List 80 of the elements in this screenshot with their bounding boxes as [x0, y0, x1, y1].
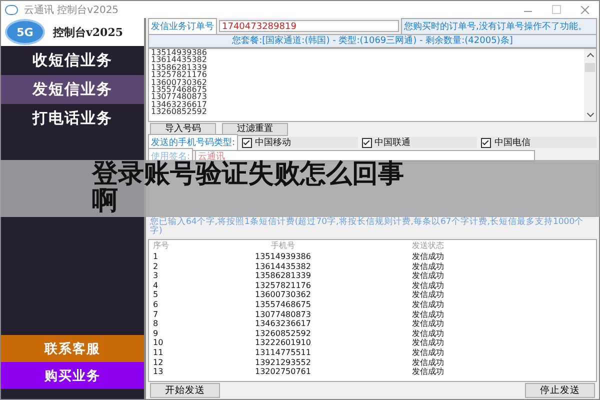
phone-number: 13257821176 — [151, 71, 208, 79]
order-field[interactable]: 1740473289819 — [219, 20, 399, 32]
table-cell-text: 7 — [152, 310, 160, 320]
sidebar-button[interactable]: 购买业务 — [1, 362, 144, 389]
table-cell-text: 发信成功 — [411, 338, 445, 348]
table-cell-text: 13463236617 — [254, 319, 312, 329]
window-title: 云通讯 控制台v2025 — [24, 4, 119, 16]
table-cell-text: 13514939386 — [254, 252, 312, 262]
table-cell-text: 3 — [152, 271, 160, 281]
scroll-thumb[interactable] — [585, 63, 595, 72]
phone-number: 13600730362 — [151, 78, 208, 86]
phone-number: 13463236617 — [151, 100, 208, 108]
stop-send-button[interactable]: 停止发送 — [525, 383, 595, 398]
checkbox-icon[interactable] — [242, 138, 252, 148]
close-icon[interactable] — [581, 6, 589, 14]
table-cell-text: 13 — [152, 367, 164, 377]
table-cell-text: 发信成功 — [411, 280, 445, 290]
toolbar-button[interactable]: 过滤重置 — [222, 122, 288, 136]
sidebar-item[interactable]: 打电话业务 — [1, 104, 144, 133]
order-label: 发信业务订单号 — [148, 18, 217, 34]
package-info: 您套餐:[国家通道:(韩国) - 类型:(1069三网通) - 剩余数量:(42005)条] — [148, 34, 597, 48]
table-cell-text: 发信成功 — [411, 252, 445, 262]
column-header: 手机号 — [270, 240, 296, 252]
table-cell-text: 13600730362 — [254, 290, 312, 300]
table-cell-text: 发信成功 — [411, 262, 445, 272]
logo-title: 控制台v2025 — [53, 24, 124, 40]
table-cell-text: 12 — [152, 358, 164, 368]
sidebar-item[interactable]: 收短信业务 — [1, 46, 144, 75]
table-cell-text: 发信成功 — [411, 348, 445, 358]
table-cell-text: 2 — [152, 262, 160, 272]
table-cell-text: 13614435382 — [254, 262, 312, 272]
phone-number: 13614435382 — [151, 56, 208, 64]
carrier-checkbox[interactable]: 中国联通 — [362, 137, 478, 148]
sidebar-button[interactable]: 联系客服 — [1, 335, 144, 362]
table-cell-text: 13260852592 — [254, 328, 312, 338]
phone-number: 13514939386 — [151, 49, 208, 56]
table-cell-text: 6 — [152, 300, 160, 310]
table-cell-text: 发信成功 — [411, 328, 445, 338]
table-cell-text: 10 — [152, 338, 164, 348]
checkbox-label: 中国移动 — [255, 136, 292, 149]
table-cell-text: 13202750761 — [254, 367, 312, 377]
phone-number: 13260852592 — [151, 108, 208, 116]
table-cell-text: 13557468675 — [254, 300, 312, 310]
table-cell-text: 发信成功 — [411, 300, 445, 310]
table-cell-text: 发信成功 — [411, 319, 445, 329]
character-count-hint: 您已输入64个字,将按照1条短信计费(超过70字,将按长信规则计费,每条以67个字计费,长短信最多支持1000个字) — [149, 217, 585, 238]
table-cell-text: 5 — [152, 290, 160, 300]
table-cell-text: 13586281339 — [254, 271, 312, 281]
table-cell-text: 发信成功 — [411, 310, 445, 320]
table-cell-text: 1 — [152, 252, 160, 262]
phone-number: 13557468675 — [151, 86, 208, 94]
table-cell-text: 13077480873 — [254, 310, 312, 320]
carrier-checkbox[interactable]: 中国电信 — [481, 137, 598, 148]
table-cell-text: 13114775511 — [254, 348, 312, 358]
carrier-checkbox[interactable]: 中国移动 — [242, 137, 358, 148]
sidebar-item[interactable]: 发短信业务 — [1, 75, 144, 104]
table-cell-text: 发信成功 — [411, 290, 445, 300]
table-cell-text: 11 — [152, 348, 164, 358]
numbers-textarea[interactable]: 13514939386 13614435382 13586281339 13257821176 13600730362 13557468675 13077480873 13463236617 13260852592 — [148, 48, 597, 122]
table-cell-text: 发信成功 — [411, 367, 445, 377]
table-cell-text: 发信成功 — [411, 271, 445, 281]
toolbar-button[interactable]: 导入号码 — [150, 122, 216, 136]
checkbox-label: 中国电信 — [494, 136, 530, 149]
table-cell-text: 8 — [152, 319, 160, 329]
checkbox-icon[interactable] — [362, 138, 372, 148]
column-header: 发送状态 — [411, 240, 445, 252]
phone-number: 13586281339 — [151, 64, 208, 72]
table-cell-text: 发信成功 — [411, 358, 445, 368]
order-hint: 您购买时的订单号,没有订单号操作不了功能。 — [401, 18, 597, 34]
logo-badge: 5G — [5, 19, 45, 45]
checkbox-label: 中国联通 — [374, 136, 411, 149]
table-cell-text: 4 — [152, 280, 160, 290]
table-cell-text: 9 — [152, 328, 160, 338]
table-cell-text: 13222601910 — [254, 338, 312, 348]
phone-number: 13077480873 — [151, 93, 208, 101]
checkbox-icon[interactable] — [481, 138, 492, 148]
table-cell-text: 13257821176 — [254, 280, 312, 290]
column-header: 序号 — [152, 240, 170, 252]
table-cell-text: 13921293552 — [254, 358, 312, 368]
start-send-button[interactable]: 开始发送 — [150, 383, 220, 398]
